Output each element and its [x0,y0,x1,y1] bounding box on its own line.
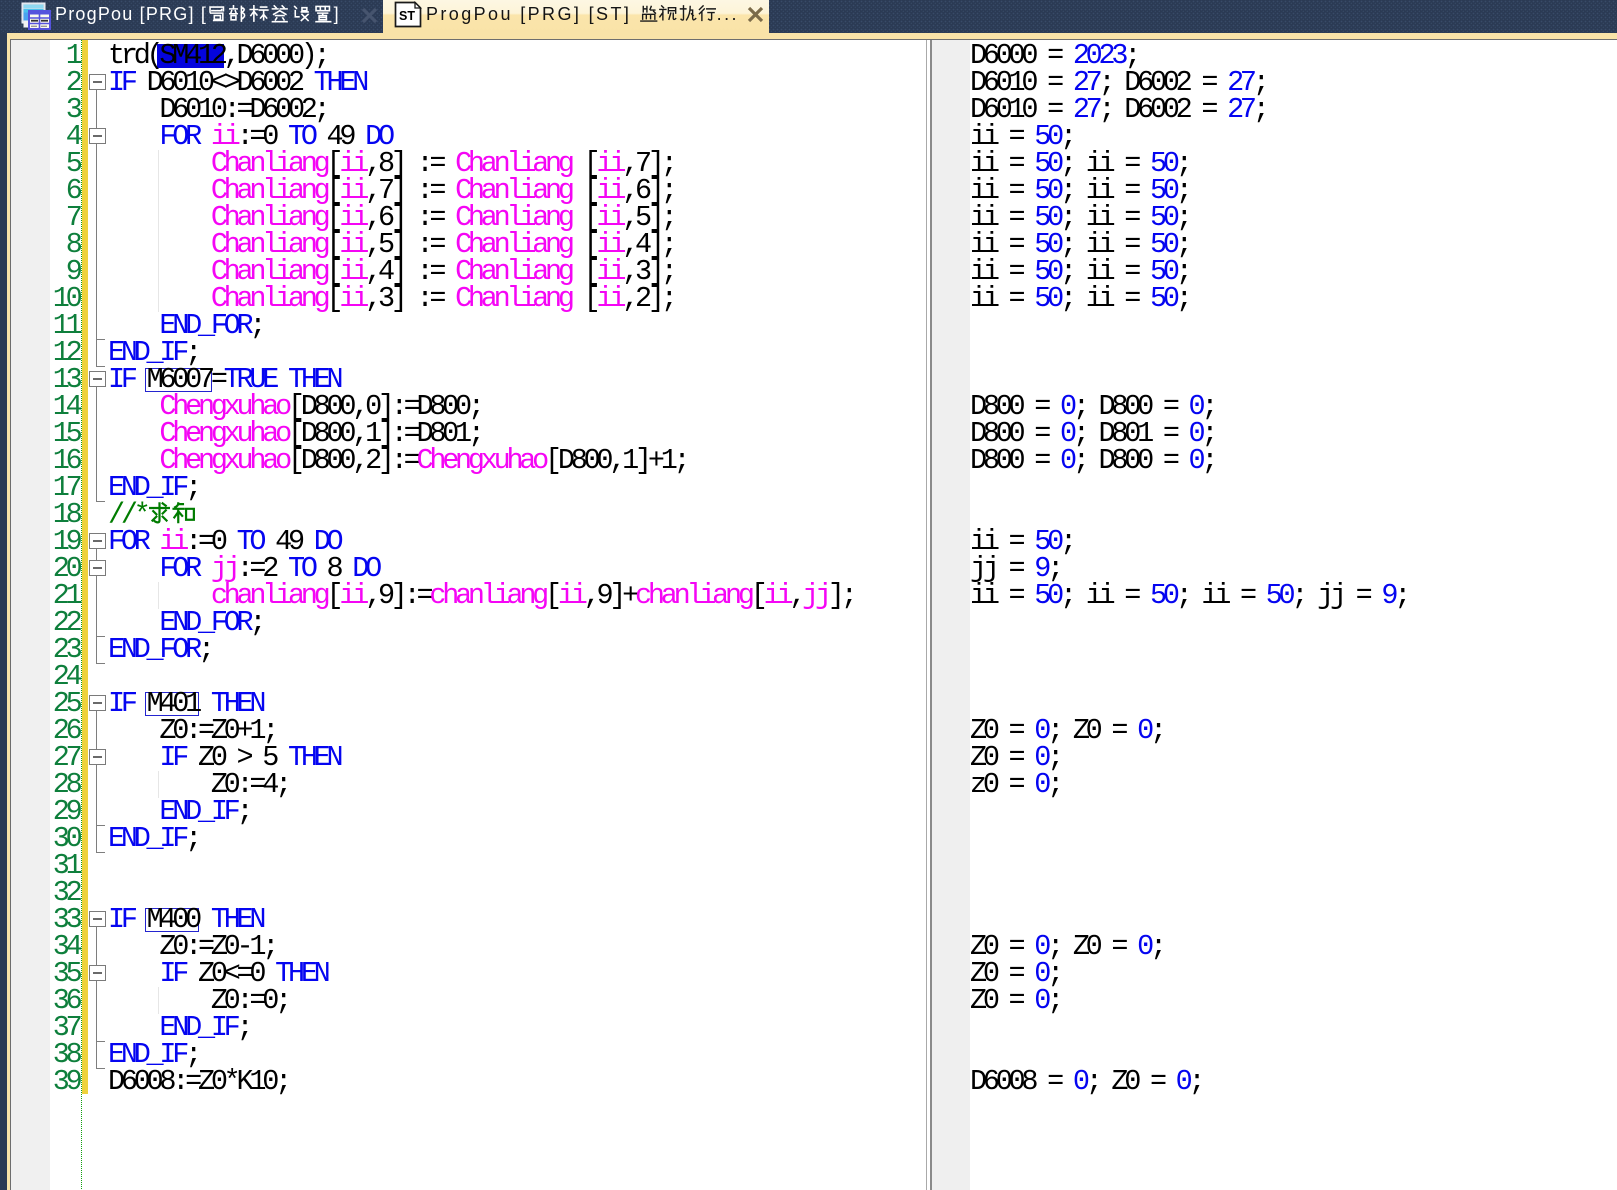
svg-text:ST: ST [399,9,415,23]
